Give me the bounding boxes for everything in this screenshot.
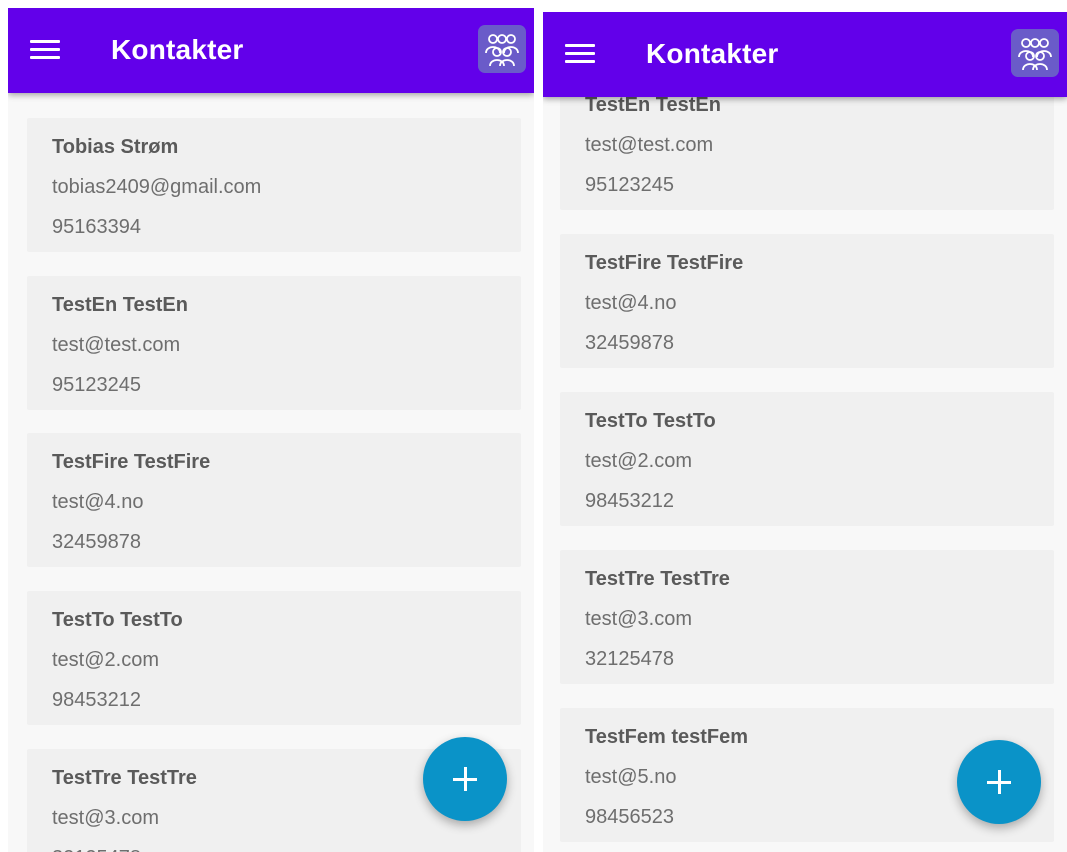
page-title: Kontakter bbox=[646, 38, 779, 69]
contact-email: test@3.com bbox=[585, 608, 693, 630]
app-bar: Kontakter bbox=[543, 12, 1067, 97]
contacts-group-icon bbox=[485, 34, 519, 67]
add-contact-button[interactable] bbox=[957, 740, 1041, 824]
plus-icon bbox=[987, 770, 1011, 794]
contact-card[interactable]: TestTo TestTo test@2.com 98453212 bbox=[560, 392, 1054, 526]
contact-phone: 32125478 bbox=[585, 648, 674, 670]
contact-email: test@5.no bbox=[585, 766, 677, 788]
contact-name: TestEn TestEn bbox=[585, 94, 721, 116]
contact-name: Tobias Strøm bbox=[52, 136, 179, 158]
contact-card[interactable]: Tobias Strøm tobias2409@gmail.com 951633… bbox=[27, 118, 521, 252]
contact-name: TestFire TestFire bbox=[585, 252, 744, 274]
contact-phone: 98453212 bbox=[585, 490, 674, 512]
hamburger-menu-icon[interactable] bbox=[565, 44, 595, 64]
contact-card[interactable]: TestFire TestFire test@4.no 32459878 bbox=[27, 433, 521, 567]
contact-name: TestFem testFem bbox=[585, 726, 749, 748]
add-contact-button[interactable] bbox=[423, 737, 507, 821]
contact-name: TestTre TestTre bbox=[585, 568, 730, 590]
contacts-group-button[interactable] bbox=[1011, 29, 1059, 77]
contact-card[interactable]: TestTre TestTre test@3.com 32125478 bbox=[560, 550, 1054, 684]
contact-phone: 95123245 bbox=[585, 174, 674, 196]
contact-card[interactable]: TestFire TestFire test@4.no 32459878 bbox=[560, 234, 1054, 368]
contact-email: test@test.com bbox=[52, 334, 181, 356]
contact-email: tobias2409@gmail.com bbox=[52, 176, 262, 198]
contact-email: test@2.com bbox=[52, 649, 160, 671]
contact-name: TestTre TestTre bbox=[52, 767, 197, 789]
contacts-screen-2: Kontakter TestEn TestEn test@test.com 95… bbox=[543, 12, 1067, 852]
app-bar: Kontakter bbox=[8, 8, 534, 93]
contact-list[interactable]: TestEn TestEn test@test.com 95123245 Tes… bbox=[543, 12, 1067, 852]
contact-phone: 95163394 bbox=[52, 216, 141, 238]
contact-phone: 32459878 bbox=[585, 332, 674, 354]
contact-card[interactable]: TestTo TestTo test@2.com 98453212 bbox=[27, 591, 521, 725]
contact-list[interactable]: Tobias Strøm tobias2409@gmail.com 951633… bbox=[8, 8, 534, 852]
contacts-group-icon bbox=[1018, 38, 1052, 71]
contact-phone: 32459878 bbox=[52, 531, 141, 553]
contacts-screen-1: Kontakter Tobias Strøm tobias2409@gmail.… bbox=[8, 8, 534, 852]
contact-name: TestTo TestTo bbox=[585, 410, 716, 432]
contact-email: test@3.com bbox=[52, 807, 160, 829]
contact-email: test@4.no bbox=[585, 292, 677, 314]
contact-name: TestTo TestTo bbox=[52, 609, 183, 631]
contact-phone: 98456523 bbox=[585, 806, 674, 828]
contact-phone: 95123245 bbox=[52, 374, 141, 396]
contact-name: TestEn TestEn bbox=[52, 294, 188, 316]
contact-card[interactable]: TestEn TestEn test@test.com 95123245 bbox=[27, 276, 521, 410]
contact-phone: 98453212 bbox=[52, 689, 141, 711]
hamburger-menu-icon[interactable] bbox=[30, 40, 60, 60]
contacts-group-button[interactable] bbox=[478, 25, 526, 73]
contact-name: TestFire TestFire bbox=[52, 451, 211, 473]
plus-icon bbox=[453, 767, 477, 791]
contact-email: test@test.com bbox=[585, 134, 714, 156]
contact-email: test@4.no bbox=[52, 491, 144, 513]
page-title: Kontakter bbox=[111, 34, 244, 65]
contact-email: test@2.com bbox=[585, 450, 693, 472]
contact-phone: 32125478 bbox=[52, 847, 141, 852]
